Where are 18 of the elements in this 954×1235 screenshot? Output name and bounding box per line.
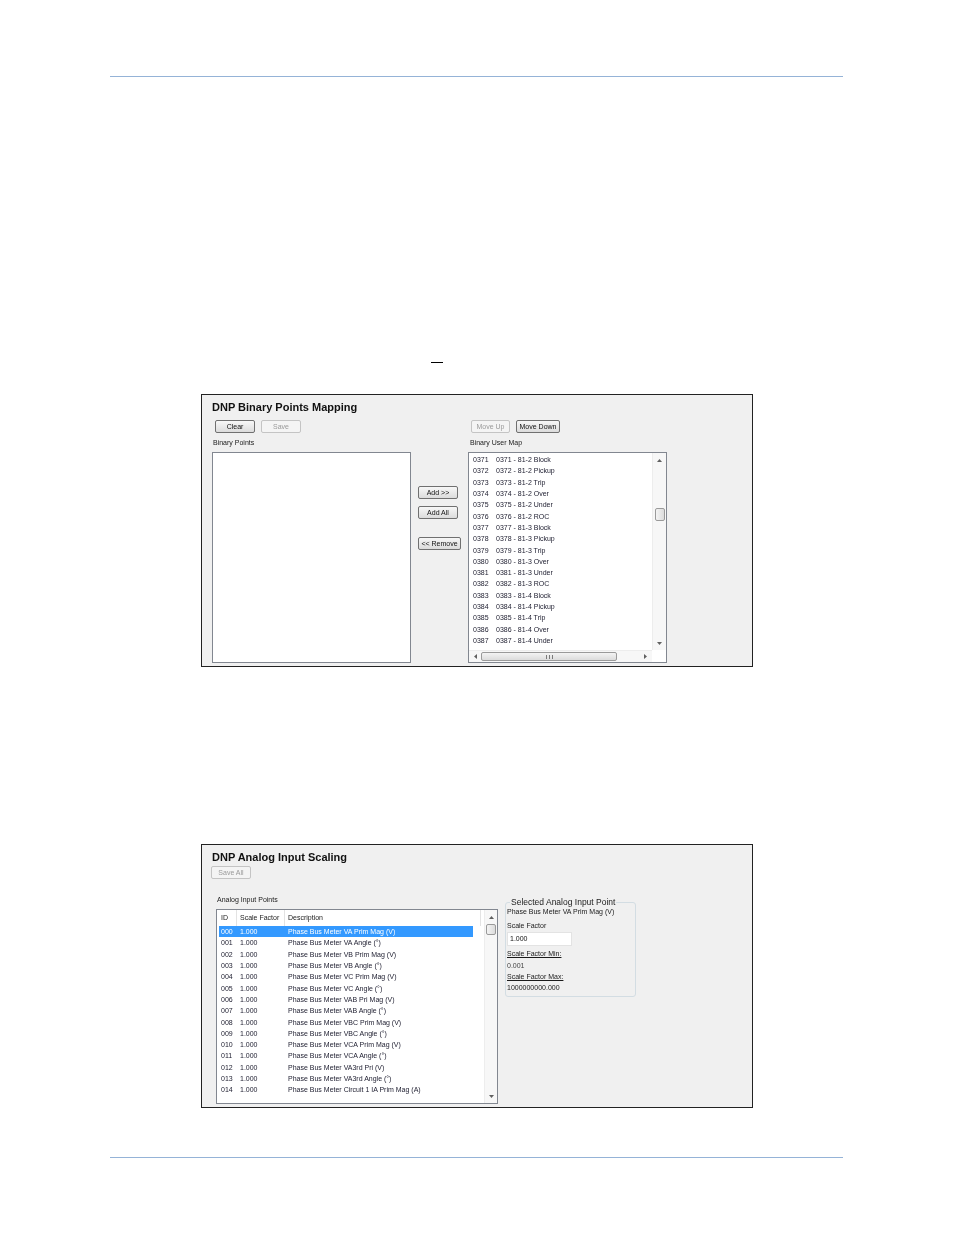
vertical-scrollbar[interactable] (652, 453, 666, 650)
arrow-down-icon[interactable] (488, 1094, 494, 1098)
arrow-down-icon[interactable] (657, 641, 662, 645)
arrow-right-icon[interactable] (643, 654, 647, 659)
scrollbar-thumb[interactable] (654, 508, 665, 521)
arrow-left-icon[interactable] (473, 654, 477, 659)
analog-points-table[interactable] (216, 909, 498, 1104)
panel-title: DNP Analog Input Scaling (212, 850, 348, 864)
vertical-scrollbar[interactable] (484, 910, 497, 1103)
arrow-up-icon[interactable] (657, 458, 662, 462)
horizontal-scrollbar[interactable] (469, 650, 652, 662)
scrollbar-thumb[interactable] (486, 924, 496, 935)
arrow-up-icon[interactable] (488, 915, 494, 919)
panel-title: DNP Binary Points Mapping (212, 400, 358, 414)
grip-icon (545, 654, 553, 659)
scrollbar-thumb[interactable] (481, 652, 617, 661)
group-title: Selected Analog Input Point (510, 897, 617, 907)
user-map-list[interactable] (468, 452, 667, 663)
